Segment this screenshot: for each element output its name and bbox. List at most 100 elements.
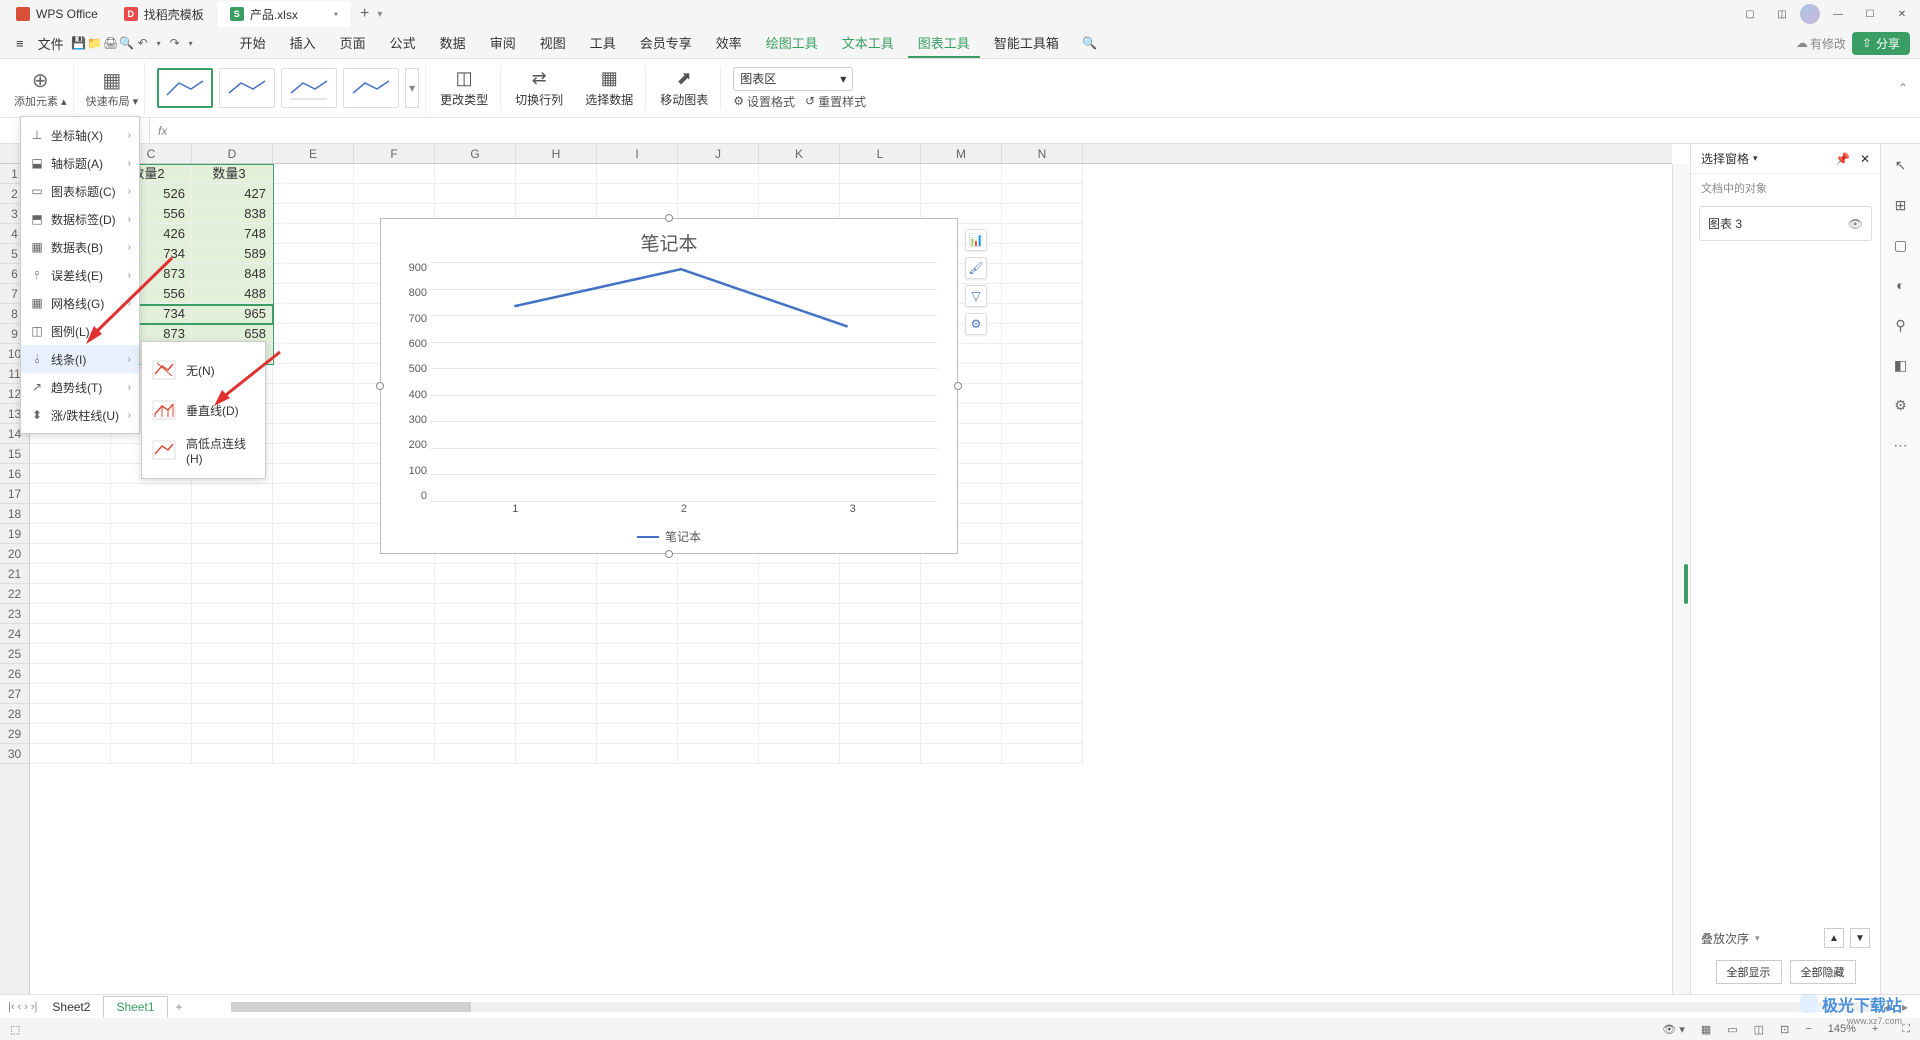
chart-styles-button[interactable]: 🖌 xyxy=(965,257,987,279)
sheet-nav-3[interactable]: ›| xyxy=(31,1001,38,1013)
cell[interactable]: 数量3 xyxy=(192,164,273,184)
cell[interactable] xyxy=(1002,224,1083,244)
row-header-19[interactable]: 19 xyxy=(0,524,29,544)
cell[interactable] xyxy=(678,644,759,664)
menu-tab-3[interactable]: 公式 xyxy=(380,29,426,58)
cell[interactable] xyxy=(30,504,111,524)
cell[interactable] xyxy=(111,604,192,624)
cell[interactable] xyxy=(921,744,1002,764)
col-header-G[interactable]: G xyxy=(435,144,516,163)
chart-settings-button[interactable]: ⚙ xyxy=(965,313,987,335)
menu-tab-6[interactable]: 视图 xyxy=(530,29,576,58)
cell[interactable] xyxy=(30,584,111,604)
menu-tab-0[interactable]: 开始 xyxy=(230,29,276,58)
menu-tab-11[interactable]: 文本工具 xyxy=(832,29,904,58)
sheet-nav-2[interactable]: › xyxy=(24,1001,28,1013)
cell[interactable] xyxy=(1002,184,1083,204)
cell[interactable] xyxy=(435,744,516,764)
cell[interactable] xyxy=(1002,444,1083,464)
col-header-F[interactable]: F xyxy=(354,144,435,163)
cell[interactable] xyxy=(1002,464,1083,484)
cell[interactable] xyxy=(30,464,111,484)
cell[interactable] xyxy=(273,564,354,584)
cell[interactable] xyxy=(192,604,273,624)
row-header-21[interactable]: 21 xyxy=(0,564,29,584)
cell[interactable] xyxy=(273,584,354,604)
minimize-button[interactable]: — xyxy=(1824,3,1852,25)
undo-dropdown[interactable]: ▾ xyxy=(152,36,166,50)
row-header-18[interactable]: 18 xyxy=(0,504,29,524)
cell[interactable] xyxy=(1002,324,1083,344)
cell[interactable] xyxy=(516,624,597,644)
cube-icon[interactable]: ◫ xyxy=(1768,3,1796,25)
cell[interactable] xyxy=(192,684,273,704)
cell[interactable] xyxy=(1002,404,1083,424)
view-layout-icon[interactable]: ▭ xyxy=(1727,1023,1737,1036)
cell[interactable] xyxy=(759,664,840,684)
file-menu[interactable]: 文件 xyxy=(32,32,70,55)
cell[interactable] xyxy=(192,644,273,664)
cell[interactable] xyxy=(273,624,354,644)
row-header-24[interactable]: 24 xyxy=(0,624,29,644)
tools-settings-icon[interactable]: ⚙ xyxy=(1888,392,1914,418)
cell[interactable] xyxy=(30,644,111,664)
cell[interactable] xyxy=(192,564,273,584)
user-avatar[interactable] xyxy=(1800,4,1820,24)
submenu-item-1[interactable]: 垂直线(D) xyxy=(142,390,265,430)
row-header-16[interactable]: 16 xyxy=(0,464,29,484)
chart-style-4[interactable] xyxy=(343,68,399,108)
template-tab[interactable]: D 找稻壳模板 xyxy=(112,1,216,27)
sheet-tab-Sheet1[interactable]: Sheet1 xyxy=(103,996,167,1018)
cell[interactable] xyxy=(273,184,354,204)
menu-item-5[interactable]: ⫯误差线(E)› xyxy=(21,261,139,289)
menu-item-9[interactable]: ↗趋势线(T)› xyxy=(21,373,139,401)
cell[interactable] xyxy=(1002,604,1083,624)
cell[interactable] xyxy=(678,664,759,684)
col-header-J[interactable]: J xyxy=(678,144,759,163)
cell[interactable] xyxy=(1002,244,1083,264)
chart-object[interactable]: 笔记本 9008007006005004003002001000 123 笔记本… xyxy=(380,218,958,554)
cell[interactable] xyxy=(273,204,354,224)
row-header-20[interactable]: 20 xyxy=(0,544,29,564)
cell[interactable] xyxy=(273,644,354,664)
cell[interactable] xyxy=(435,724,516,744)
sheet-nav-1[interactable]: ‹ xyxy=(18,1001,22,1013)
cell[interactable] xyxy=(1002,724,1083,744)
cell[interactable] xyxy=(1002,204,1083,224)
cell[interactable] xyxy=(759,724,840,744)
menu-item-0[interactable]: ⊥坐标轴(X)› xyxy=(21,121,139,149)
cell[interactable] xyxy=(516,724,597,744)
cell[interactable] xyxy=(273,484,354,504)
cell[interactable] xyxy=(273,544,354,564)
cell[interactable] xyxy=(840,184,921,204)
cell[interactable] xyxy=(354,704,435,724)
col-header-D[interactable]: D xyxy=(192,144,273,163)
cell[interactable] xyxy=(516,584,597,604)
cell[interactable] xyxy=(192,744,273,764)
view-pagebreak-icon[interactable]: ◫ xyxy=(1754,1023,1764,1036)
cell[interactable] xyxy=(597,564,678,584)
cell[interactable] xyxy=(273,444,354,464)
cell[interactable] xyxy=(192,704,273,724)
cell[interactable] xyxy=(1002,624,1083,644)
add-sheet-button[interactable]: + xyxy=(170,1000,189,1014)
submenu-item-2[interactable]: 高低点连线(H) xyxy=(142,430,265,470)
col-header-H[interactable]: H xyxy=(516,144,597,163)
set-format-button[interactable]: ⚙设置格式 xyxy=(733,93,795,110)
cell[interactable] xyxy=(840,744,921,764)
cell[interactable] xyxy=(516,184,597,204)
cell[interactable] xyxy=(354,644,435,664)
row-header-28[interactable]: 28 xyxy=(0,704,29,724)
cell[interactable] xyxy=(759,704,840,724)
view-normal-icon[interactable]: ▦ xyxy=(1701,1023,1711,1036)
cell[interactable]: 838 xyxy=(192,204,273,224)
fx-button[interactable]: fx xyxy=(150,124,175,138)
col-header-I[interactable]: I xyxy=(597,144,678,163)
row-header-22[interactable]: 22 xyxy=(0,584,29,604)
cell[interactable] xyxy=(516,684,597,704)
select-tool-icon[interactable]: ↖ xyxy=(1888,152,1914,178)
tools-chart-icon[interactable]: ◐ xyxy=(1888,272,1914,298)
cell[interactable] xyxy=(30,724,111,744)
cell[interactable] xyxy=(273,684,354,704)
tab-dropdown[interactable]: ▾ xyxy=(377,9,382,20)
